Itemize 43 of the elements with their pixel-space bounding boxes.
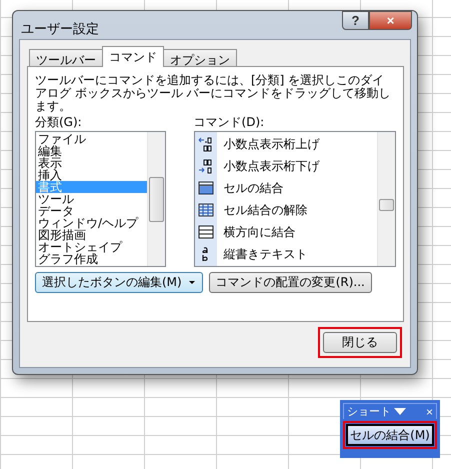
command-item[interactable]: 縦書きテキスト bbox=[224, 246, 308, 262]
list-item[interactable]: 編集 bbox=[36, 145, 147, 157]
command-item[interactable]: 横方向に結合 bbox=[224, 224, 296, 240]
tab[interactable]: オプション bbox=[163, 49, 237, 67]
scroll-thumb[interactable] bbox=[379, 199, 394, 211]
rows-icon bbox=[198, 224, 214, 240]
list-item[interactable]: 図形描画 bbox=[36, 229, 147, 241]
tab[interactable]: コマンド bbox=[102, 46, 164, 67]
list-item[interactable]: ウィンドウ/ヘルプ bbox=[36, 217, 147, 229]
list-item[interactable]: オートシェイプ bbox=[36, 241, 147, 253]
list-item[interactable]: ツール bbox=[36, 193, 147, 205]
list-item[interactable]: グラフ作成 bbox=[36, 253, 147, 265]
category-list[interactable]: ファイル 編集 表示 挿入 書式 ツール データ ウィンドウ/ヘルプ 図形描画 オートシェイプ グラフ作成 bbox=[35, 131, 166, 267]
cell-grid-icon bbox=[198, 202, 214, 218]
window-title: ユーザー設定 bbox=[21, 21, 99, 38]
command-label: コマンド(D): bbox=[194, 115, 266, 129]
decimal-decrease-icon bbox=[198, 158, 214, 174]
scrollbar[interactable] bbox=[146, 132, 165, 266]
rearrange-commands-button[interactable]: コマンドの配置の変更(R)... bbox=[208, 272, 372, 293]
command-item[interactable]: 小数点表示桁下げ bbox=[224, 158, 320, 174]
list-item[interactable]: ファイル bbox=[36, 133, 147, 145]
modify-selection-button[interactable]: 選択したボタンの編集(M) bbox=[35, 272, 203, 293]
toolbar-title: ショート bbox=[347, 404, 391, 419]
command-list[interactable]: 小数点表示桁上げ 小数点表示桁下げ セルの結合 セル結合の解除 横方向に結合 縦書きテキスト bbox=[194, 131, 396, 267]
command-item[interactable]: セルの結合 bbox=[224, 180, 284, 196]
category-label: 分類(G): bbox=[35, 115, 83, 129]
scroll-thumb[interactable] bbox=[148, 177, 164, 222]
instruction-text: ツールバーにコマンドを追加するには、[分類] を選択しこのダイアログ ボックスからツール バーにコマンドをドラッグして移動します。 bbox=[35, 74, 392, 113]
list-item[interactable]: 挿入 bbox=[36, 169, 147, 181]
list-item[interactable]: データ bbox=[36, 205, 147, 217]
close-dialog-button[interactable]: 閉じる bbox=[323, 332, 397, 353]
merge-cells-button[interactable]: セルの結合(M) bbox=[346, 424, 434, 446]
command-item[interactable]: 小数点表示桁上げ bbox=[224, 136, 320, 152]
merged-cells-icon bbox=[198, 180, 214, 196]
help-button[interactable]: ? bbox=[342, 11, 369, 30]
close-button[interactable]: × bbox=[426, 404, 433, 418]
tab[interactable]: ツールバー bbox=[29, 49, 103, 67]
scrollbar[interactable] bbox=[377, 132, 395, 266]
command-item[interactable]: セル結合の解除 bbox=[224, 202, 308, 218]
list-item[interactable]: 表示 bbox=[36, 157, 147, 169]
decimal-increase-icon bbox=[198, 136, 214, 152]
dropdown-icon[interactable] bbox=[394, 408, 406, 415]
caret-icon bbox=[188, 280, 196, 285]
